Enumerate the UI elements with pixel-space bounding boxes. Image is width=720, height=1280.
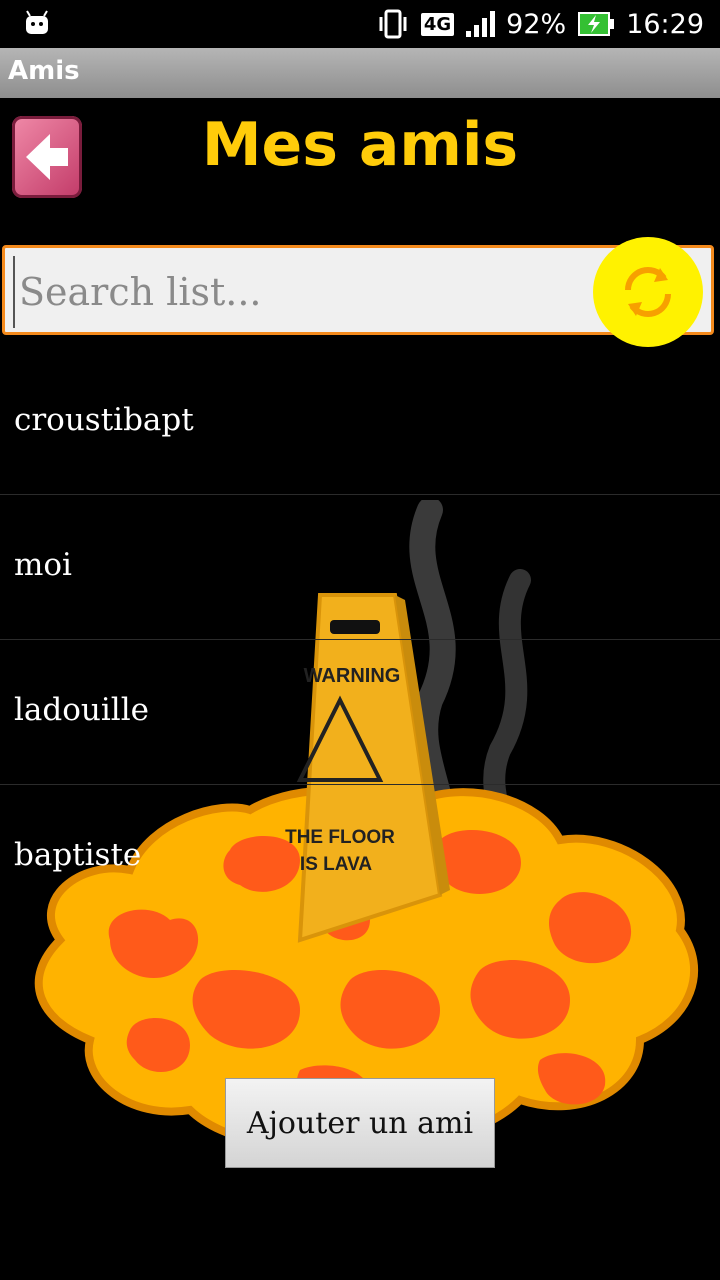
friend-list: croustibapt moi ladouille baptiste — [0, 350, 720, 930]
friend-name: ladouille — [14, 692, 149, 728]
search-input[interactable] — [13, 256, 581, 328]
action-bar: Amis — [0, 48, 720, 98]
friend-name: baptiste — [14, 837, 142, 873]
friend-name: croustibapt — [14, 402, 194, 438]
battery-percent: 92% — [506, 8, 567, 40]
network-badge: 4G — [420, 12, 455, 36]
signal-icon — [466, 11, 496, 37]
list-item[interactable]: croustibapt — [0, 350, 720, 495]
status-bar: 4G 92% 16:29 — [0, 0, 720, 48]
battery-charging-icon — [578, 12, 615, 36]
list-item[interactable]: ladouille — [0, 640, 720, 785]
page-title: Mes amis — [201, 110, 519, 180]
refresh-button[interactable] — [593, 237, 703, 347]
list-item[interactable]: baptiste — [0, 785, 720, 930]
list-item[interactable]: moi — [0, 495, 720, 640]
app-title: Amis — [8, 56, 80, 86]
friend-name: moi — [14, 547, 72, 583]
android-icon — [26, 10, 48, 34]
clock: 16:29 — [626, 8, 704, 40]
vibrate-icon — [379, 9, 407, 39]
add-friend-button[interactable]: Ajouter un ami — [225, 1078, 495, 1168]
refresh-icon — [625, 267, 671, 317]
